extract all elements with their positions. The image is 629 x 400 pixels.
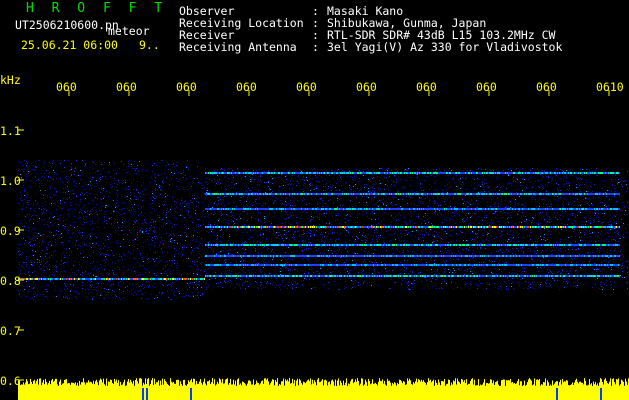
- time-tick-label: 060: [296, 80, 317, 94]
- freq-tick-label: 0.8: [0, 274, 21, 288]
- file-name: UT2506210600.pn: [15, 18, 119, 32]
- time-tick-label: 060: [236, 80, 257, 94]
- partial-text: 9..: [139, 38, 160, 52]
- info-label-antenna: Receiving Antenna: [179, 40, 297, 54]
- time-tick-label: 060: [476, 80, 497, 94]
- freq-unit-label: kHz: [0, 73, 21, 87]
- freq-tick-label: 0.7: [0, 324, 21, 338]
- time-tick-label: 060: [176, 80, 197, 94]
- time-tick-label: 060: [416, 80, 437, 94]
- freq-tick-label: 1.0: [0, 174, 21, 188]
- freq-tick-label: 0.9: [0, 224, 21, 238]
- time-tick-label: 060: [356, 80, 377, 94]
- time-tick-label: 0610: [596, 80, 624, 94]
- time-tick-label: 060: [56, 80, 77, 94]
- info-value-antenna: 3el Yagi(V) Az 330 for Vladivostok: [327, 40, 563, 54]
- spectrogram: [0, 0, 629, 400]
- freq-tick-label: 0.6: [0, 374, 21, 388]
- info-colon: :: [312, 40, 319, 54]
- time-tick-label: 060: [536, 80, 557, 94]
- time-tick-label: 060: [116, 80, 137, 94]
- app-title: H R O F F T: [26, 1, 168, 16]
- mode-tag: meteor: [108, 24, 150, 38]
- date-time: 25.06.21 06:00: [21, 38, 118, 52]
- freq-tick-label: 1.1: [0, 124, 21, 138]
